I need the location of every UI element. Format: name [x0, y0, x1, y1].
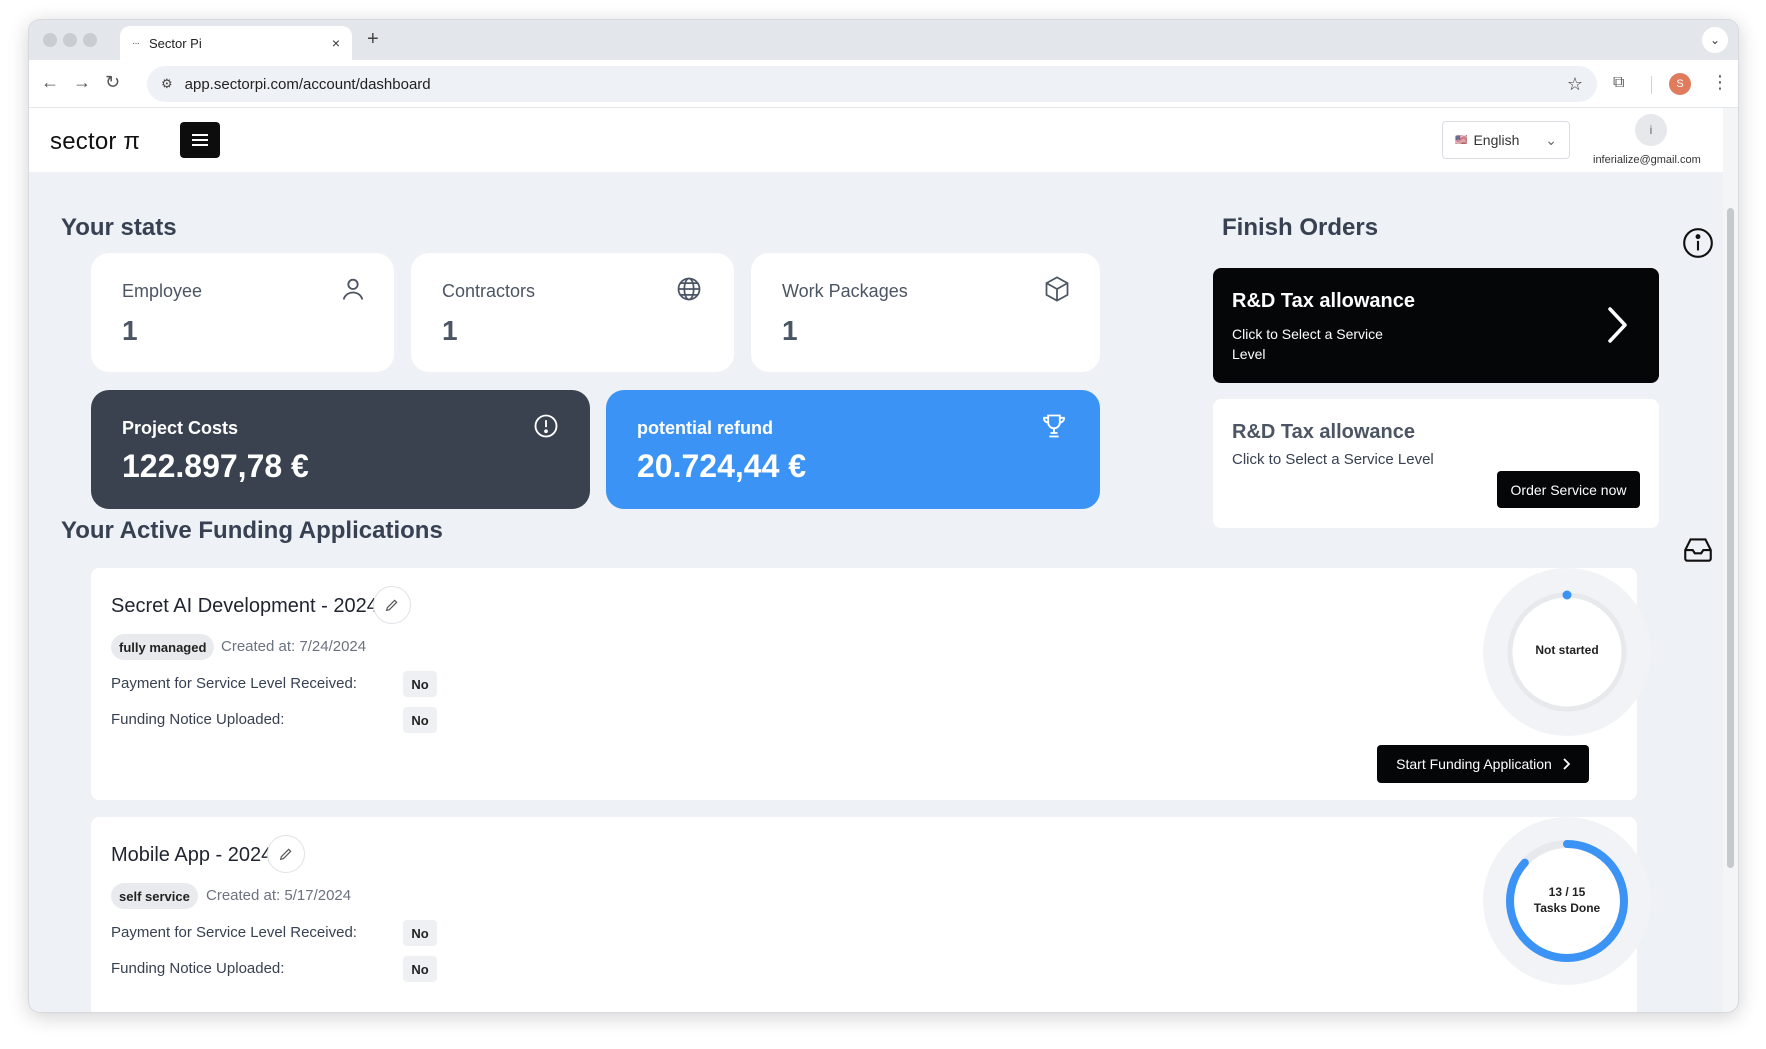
chevron-right-icon — [1563, 758, 1570, 770]
bookmark-star-icon[interactable]: ☆ — [1567, 74, 1583, 95]
order-title: R&D Tax allowance — [1232, 290, 1416, 312]
tab-search-chevron-icon[interactable]: ⌄ — [1702, 27, 1728, 53]
order-title: R&D Tax allowance — [1232, 421, 1416, 443]
tab-close-icon[interactable]: × — [332, 35, 340, 51]
order-subtitle: Click to Select a Service Level — [1232, 326, 1383, 362]
start-funding-application-button[interactable]: Start Funding Application — [1377, 745, 1589, 783]
info-icon[interactable] — [1681, 226, 1715, 260]
user-avatar[interactable]: i — [1635, 114, 1667, 146]
reload-icon[interactable]: ↻ — [105, 72, 120, 93]
hamburger-icon — [192, 134, 208, 146]
project-costs-card[interactable]: Project Costs 122.897,78 € — [91, 390, 590, 509]
forward-arrow-icon[interactable]: → — [73, 72, 91, 93]
progress-status: Not started — [1535, 643, 1599, 657]
site-settings-icon[interactable]: ⚙ — [161, 76, 173, 92]
funding-application-card: Secret AI Development - 2024 fully manag… — [91, 568, 1651, 800]
progress-ring: Not started — [1483, 568, 1651, 736]
start-button-label: Start Funding Application — [1396, 756, 1552, 772]
progress-ring: 13 / 15 Tasks Done — [1483, 817, 1651, 985]
tasks-label: Tasks Done — [1533, 901, 1601, 915]
box-icon — [1045, 276, 1069, 302]
potential-refund-value: 20.724,44 € — [637, 448, 807, 484]
us-flag-icon: 🇺🇸 — [1455, 134, 1468, 146]
service-type-badge: fully managed — [111, 634, 215, 660]
browser-window: ··· Sector Pi × + ⌄ ← → ↻ ⚙ app.sectorpi… — [28, 19, 1739, 1013]
app-header: sector π 🇺🇸 English ⌄ i inferialize@gmai… — [29, 108, 1725, 172]
sector-pi-logo[interactable]: sector π — [50, 128, 140, 156]
funding-application-card: Mobile App - 2024 self service Created a… — [91, 817, 1651, 1012]
url-input[interactable]: ⚙ app.sectorpi.com/account/dashboard ☆ — [147, 66, 1597, 102]
user-icon — [342, 278, 364, 300]
browser-menu-icon[interactable]: ⋮ — [1711, 72, 1729, 93]
tab-title: Sector Pi — [149, 35, 202, 51]
globe-icon — [677, 277, 701, 301]
potential-refund-label: potential refund — [637, 418, 773, 438]
chevron-right-icon — [1608, 307, 1627, 343]
toolbar-divider — [1651, 76, 1652, 94]
payment-value: No — [403, 920, 437, 946]
inbox-icon[interactable] — [1681, 532, 1715, 566]
employee-label: Employee — [122, 281, 203, 301]
notice-label: Funding Notice Uploaded: — [111, 711, 285, 728]
contractors-value: 1 — [442, 315, 458, 346]
payment-label: Payment for Service Level Received: — [111, 675, 357, 692]
tab-favicon-icon: ··· — [132, 37, 140, 49]
alert-circle-icon — [534, 414, 558, 438]
progress-start-marker — [1562, 590, 1572, 600]
created-date: Created at: 7/24/2024 — [221, 638, 367, 655]
page-scrollbar[interactable] — [1723, 108, 1738, 1012]
window-minimize-dot[interactable] — [63, 33, 77, 47]
work-packages-card[interactable]: Work Packages 1 — [751, 253, 1100, 372]
tab-bar: ··· Sector Pi × + ⌄ — [29, 20, 1738, 60]
language-label: English — [1473, 132, 1520, 148]
work-packages-label: Work Packages — [782, 281, 908, 301]
browser-tab[interactable]: ··· Sector Pi × — [120, 26, 352, 60]
order-card-order-service: R&D Tax allowance Click to Select a Serv… — [1213, 399, 1659, 528]
finish-orders-heading: Finish Orders — [1222, 214, 1379, 241]
order-service-now-button[interactable]: Order Service now — [1497, 471, 1640, 508]
notice-value: No — [403, 707, 437, 733]
application-name: Secret AI Development - 2024 — [111, 595, 378, 617]
window-maximize-dot[interactable] — [83, 33, 97, 47]
pencil-icon — [385, 599, 398, 612]
order-card-select-level[interactable]: R&D Tax allowance Click to Select a Serv… — [1213, 268, 1659, 383]
stats-heading: Your stats — [61, 214, 177, 241]
project-costs-value: 122.897,78 € — [122, 448, 309, 484]
service-type-badge: self service — [111, 883, 198, 909]
new-tab-button[interactable]: + — [367, 28, 379, 51]
work-packages-value: 1 — [782, 315, 798, 346]
user-email: inferialize@gmail.com — [1593, 154, 1701, 166]
profile-avatar[interactable]: S — [1669, 73, 1691, 95]
trophy-icon — [1043, 414, 1065, 438]
edit-application-button[interactable] — [373, 586, 411, 624]
potential-refund-card[interactable]: potential refund 20.724,44 € — [606, 390, 1100, 509]
url-text: app.sectorpi.com/account/dashboard — [184, 75, 431, 93]
page-content: sector π 🇺🇸 English ⌄ i inferialize@gmai… — [29, 108, 1725, 1012]
contractors-card[interactable]: Contractors 1 — [411, 253, 734, 372]
pencil-icon — [279, 848, 292, 861]
order-subtitle: Click to Select a Service Level — [1232, 451, 1434, 468]
scrollbar-thumb[interactable] — [1727, 208, 1734, 868]
applications-heading: Your Active Funding Applications — [61, 517, 443, 544]
created-date: Created at: 5/17/2024 — [206, 887, 352, 904]
notice-value: No — [403, 956, 437, 982]
language-select[interactable]: 🇺🇸 English ⌄ — [1442, 121, 1570, 159]
back-arrow-icon[interactable]: ← — [41, 72, 59, 93]
employee-value: 1 — [122, 315, 138, 346]
application-name: Mobile App - 2024 — [111, 844, 273, 866]
payment-value: No — [403, 671, 437, 697]
chevron-down-icon: ⌄ — [1545, 131, 1557, 148]
contractors-label: Contractors — [442, 281, 536, 301]
tasks-count: 13 / 15 — [1548, 885, 1586, 899]
address-bar: ← → ↻ ⚙ app.sectorpi.com/account/dashboa… — [29, 60, 1738, 108]
hamburger-menu-button[interactable] — [180, 122, 220, 158]
extensions-puzzle-icon[interactable]: ⧉ — [1613, 74, 1624, 92]
project-costs-label: Project Costs — [122, 418, 239, 438]
window-close-dot[interactable] — [43, 33, 57, 47]
edit-application-button[interactable] — [267, 835, 305, 873]
notice-label: Funding Notice Uploaded: — [111, 960, 285, 977]
employee-card[interactable]: Employee 1 — [91, 253, 394, 372]
payment-label: Payment for Service Level Received: — [111, 924, 357, 941]
